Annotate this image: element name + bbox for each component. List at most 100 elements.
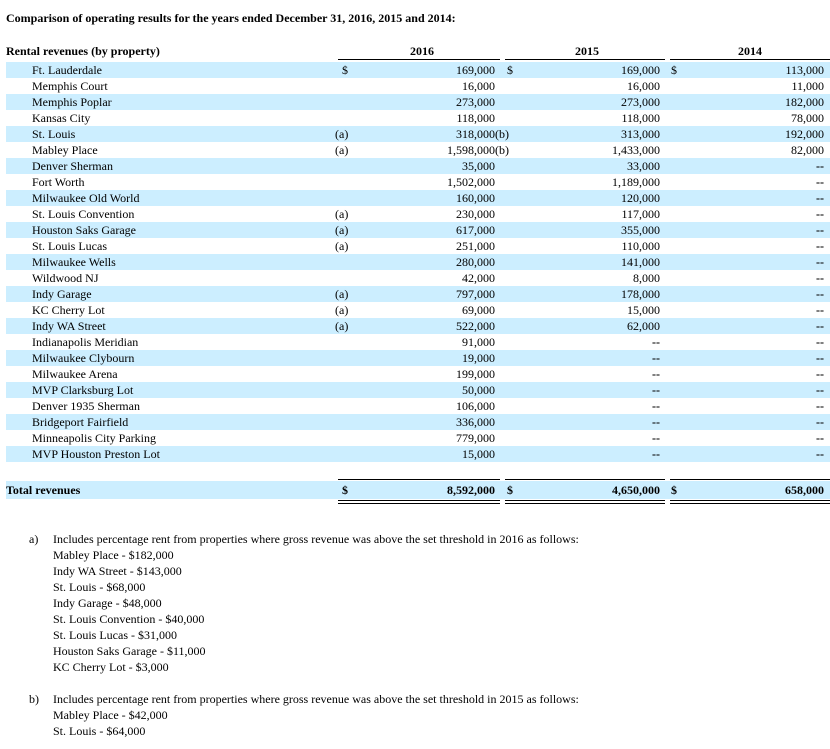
- subtotal-rule-2014: [670, 479, 830, 480]
- property-name: St. Louis Lucas: [32, 239, 107, 253]
- table-row: Memphis Court 16,000 16,000 11,000: [0, 78, 830, 94]
- total-revenues-row: Total revenues $ 8,592,000 $ 4,650,000 $…: [0, 481, 830, 499]
- table-row: Denver Sherman 35,000 33,000 --: [0, 158, 830, 174]
- value-2015: 1,433,000: [612, 143, 660, 157]
- table-row: Milwaukee Arena 199,000 -- --: [0, 366, 830, 382]
- header-rule-2016: [338, 59, 500, 60]
- property-name: Milwaukee Wells: [32, 255, 116, 269]
- value-2015: 178,000: [621, 287, 660, 301]
- value-2014: 78,000: [791, 111, 824, 125]
- value-2015: 1,189,000: [612, 175, 660, 189]
- table-row: Memphis Poplar 273,000 273,000 182,000: [0, 94, 830, 110]
- value-2014: --: [816, 255, 824, 269]
- value-2014: --: [816, 335, 824, 349]
- value-2015: 110,000: [621, 239, 660, 253]
- value-2016: 42,000: [462, 271, 495, 285]
- value-2014: --: [816, 431, 824, 445]
- value-2014: --: [816, 159, 824, 173]
- value-2015: --: [652, 351, 660, 365]
- total-double-rule-2014: [670, 500, 830, 504]
- table-row: Indy WA Street (a) 522,000 62,000 --: [0, 318, 830, 334]
- table-row: Fort Worth 1,502,000 1,189,000 --: [0, 174, 830, 190]
- table-row: Ft. Lauderdale $ $ $169,000 169,000 113,000: [0, 62, 830, 78]
- value-2015: --: [652, 415, 660, 429]
- total-double-rule-2015: [505, 500, 665, 504]
- property-name: Denver Sherman: [32, 159, 113, 173]
- footnote-ref: (b): [495, 127, 509, 141]
- value-2015: 15,000: [627, 303, 660, 317]
- property-name: Kansas City: [32, 111, 91, 125]
- table-row: Bridgeport Fairfield 336,000 -- --: [0, 414, 830, 430]
- report-title: Comparison of operating results for the …: [6, 11, 456, 25]
- value-2016: 336,000: [456, 415, 495, 429]
- value-2014: --: [816, 319, 824, 333]
- value-2014: --: [816, 287, 824, 301]
- table-row: Indy Garage (a) 797,000 178,000 --: [0, 286, 830, 302]
- column-header-2016: 2016: [410, 44, 434, 58]
- value-2014: 11,000: [791, 79, 824, 93]
- value-2016: 106,000: [456, 399, 495, 413]
- currency-symbol: $: [671, 483, 677, 497]
- property-name: Memphis Poplar: [32, 95, 112, 109]
- value-2015: 120,000: [621, 191, 660, 205]
- table-row: Minneapolis City Parking 779,000 -- --: [0, 430, 830, 446]
- property-name: KC Cherry Lot: [32, 303, 105, 317]
- footnote-ref: (a): [335, 143, 349, 157]
- footnote-marker: a): [29, 532, 39, 546]
- value-2015: 313,000: [621, 127, 660, 141]
- table-row: Mabley Place (a) 1,598,000 (b) 1,433,000 82,0…: [0, 142, 830, 158]
- currency-symbol: $: [507, 483, 513, 497]
- value-2016: 1,598,000: [447, 143, 495, 157]
- footnote-item: St. Louis - $64,000: [53, 724, 146, 738]
- value-2016: 1,502,000: [447, 175, 495, 189]
- value-2014: --: [816, 303, 824, 317]
- property-name: MVP Houston Preston Lot: [32, 447, 160, 461]
- value-2014: 82,000: [791, 143, 824, 157]
- subtotal-rule-2015: [505, 479, 665, 480]
- table-row: Denver 1935 Sherman 106,000 -- --: [0, 398, 830, 414]
- value-2016: 16,000: [462, 79, 495, 93]
- table-row: St. Louis Lucas (a) 251,000 110,000 --: [0, 238, 830, 254]
- value-2016: 91,000: [462, 335, 495, 349]
- value-2015: 355,000: [621, 223, 660, 237]
- footnote-ref: (a): [335, 223, 349, 237]
- property-name: Ft. Lauderdale: [32, 63, 102, 77]
- value-2014: --: [816, 383, 824, 397]
- value-2016: 35,000: [462, 159, 495, 173]
- value-2016: 50,000: [462, 383, 495, 397]
- property-name: Mabley Place: [32, 143, 98, 157]
- currency-symbol: $: [342, 483, 348, 497]
- header-rule-2015: [505, 59, 665, 60]
- property-name: Indy Garage: [32, 287, 92, 301]
- footnote-ref: (a): [335, 207, 349, 221]
- property-name: Minneapolis City Parking: [32, 431, 156, 445]
- table-row: KC Cherry Lot (a) 69,000 15,000 --: [0, 302, 830, 318]
- value-2014: --: [816, 367, 824, 381]
- footnote-item: Mabley Place - $42,000: [53, 708, 168, 722]
- value-2016: 318,000: [456, 127, 495, 141]
- value-2016: 160,000: [456, 191, 495, 205]
- value-2014: --: [816, 175, 824, 189]
- property-name: Wildwood NJ: [32, 271, 99, 285]
- value-2016: 779,000: [456, 431, 495, 445]
- table-row: Milwaukee Clybourn 19,000 -- --: [0, 350, 830, 366]
- value-2015: --: [652, 399, 660, 413]
- value-2014: 113,000: [785, 63, 824, 77]
- value-2016: 273,000: [456, 95, 495, 109]
- table-row: MVP Houston Preston Lot 15,000 -- --: [0, 446, 830, 462]
- column-header-2014: 2014: [738, 44, 762, 58]
- footnote-item: St. Louis Convention - $40,000: [53, 612, 205, 626]
- total-2015: 4,650,000: [612, 483, 660, 497]
- property-name: Bridgeport Fairfield: [32, 415, 129, 429]
- value-2015: 8,000: [633, 271, 660, 285]
- value-2014: --: [816, 351, 824, 365]
- currency-symbol: $: [671, 63, 677, 77]
- property-name: Milwaukee Arena: [32, 367, 118, 381]
- table-row: Milwaukee Old World 160,000 120,000 --: [0, 190, 830, 206]
- value-2015: 118,000: [621, 111, 660, 125]
- value-2016: 522,000: [456, 319, 495, 333]
- table-row: Wildwood NJ 42,000 8,000 --: [0, 270, 830, 286]
- value-2015: 16,000: [627, 79, 660, 93]
- total-label: Total revenues: [6, 483, 81, 497]
- property-name: Indianapolis Meridian: [32, 335, 139, 349]
